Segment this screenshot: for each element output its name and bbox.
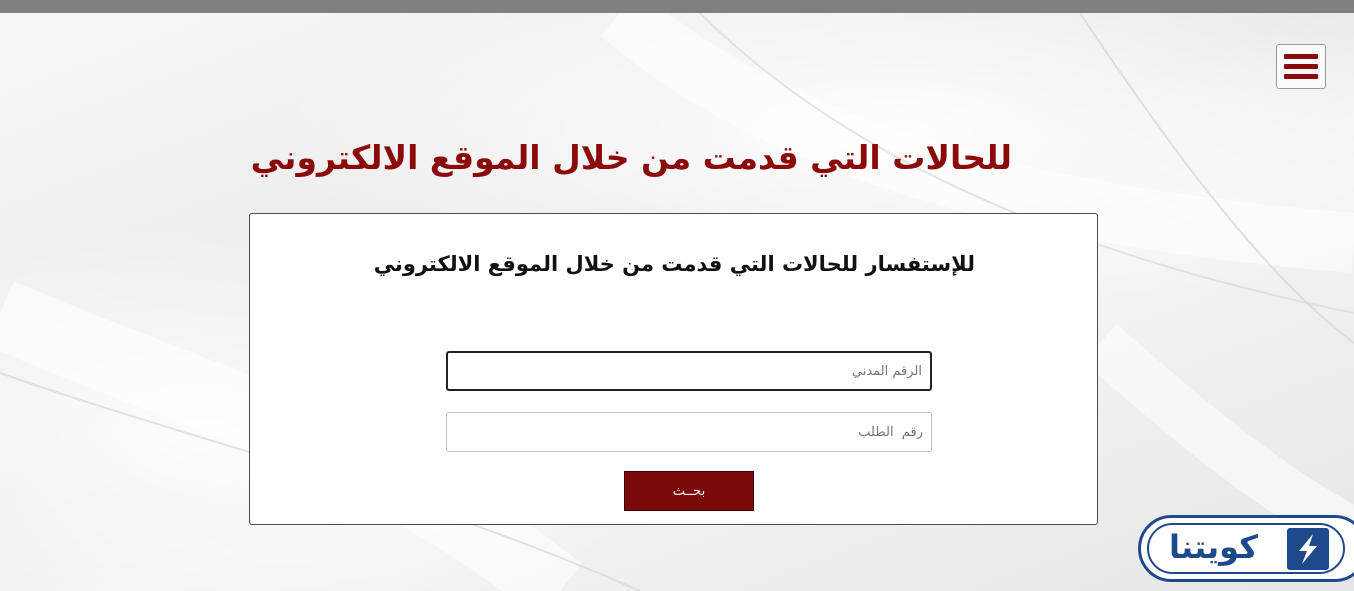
search-button[interactable]: بحــث — [624, 471, 754, 511]
top-bar — [0, 0, 1354, 13]
civil-id-input[interactable] — [446, 351, 932, 391]
form-title: للإستفسار للحالات التي قدمت من خلال المو… — [373, 252, 975, 276]
hamburger-menu-icon-line — [1284, 74, 1318, 79]
brand-logo-icon — [1287, 528, 1329, 570]
inquiry-form-panel: للإستفسار للحالات التي قدمت من خلال المو… — [249, 213, 1098, 525]
page-title: للحالات التي قدمت من خلال الموقع الالكتر… — [250, 138, 1012, 177]
brand-name: كويتنا — [1169, 528, 1258, 566]
hamburger-menu-icon-line — [1284, 64, 1318, 69]
request-number-input[interactable] — [446, 412, 932, 452]
brand-badge: كويتنا — [1138, 515, 1354, 582]
hamburger-menu-icon — [1284, 54, 1318, 59]
menu-toggle-button[interactable] — [1276, 44, 1326, 89]
